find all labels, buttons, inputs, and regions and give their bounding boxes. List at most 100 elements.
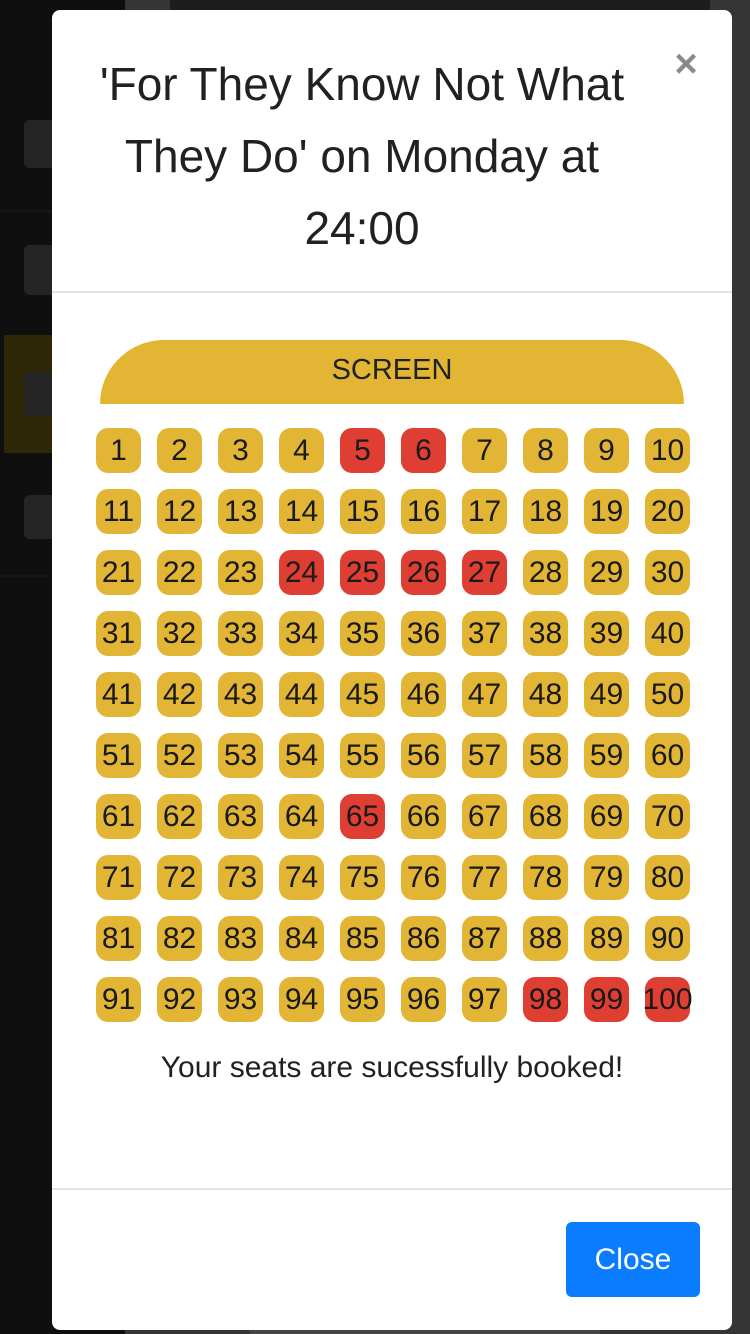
- seat-available[interactable]: 88: [523, 916, 568, 961]
- seat-available[interactable]: 20: [645, 489, 690, 534]
- seat-available[interactable]: 50: [645, 672, 690, 717]
- seat-booked[interactable]: 26: [401, 550, 446, 595]
- seat-available[interactable]: 78: [523, 855, 568, 900]
- seat-available[interactable]: 15: [340, 489, 385, 534]
- seat-available[interactable]: 57: [462, 733, 507, 778]
- seat-available[interactable]: 86: [401, 916, 446, 961]
- seat-available[interactable]: 85: [340, 916, 385, 961]
- close-icon[interactable]: ×: [668, 44, 704, 84]
- seat-available[interactable]: 66: [401, 794, 446, 839]
- seat-booked[interactable]: 100: [642, 977, 693, 1022]
- seat-available[interactable]: 45: [340, 672, 385, 717]
- seat-available[interactable]: 62: [157, 794, 202, 839]
- seat-available[interactable]: 41: [96, 672, 141, 717]
- seat-available[interactable]: 19: [584, 489, 629, 534]
- seat-available[interactable]: 73: [218, 855, 263, 900]
- seat-available[interactable]: 68: [523, 794, 568, 839]
- seat-available[interactable]: 30: [645, 550, 690, 595]
- seat-available[interactable]: 47: [462, 672, 507, 717]
- seat-available[interactable]: 46: [401, 672, 446, 717]
- seat-available[interactable]: 90: [645, 916, 690, 961]
- seat-available[interactable]: 76: [401, 855, 446, 900]
- seat-available[interactable]: 40: [645, 611, 690, 656]
- seat-available[interactable]: 36: [401, 611, 446, 656]
- close-button[interactable]: Close: [566, 1222, 700, 1297]
- seat-available[interactable]: 83: [218, 916, 263, 961]
- seat-booked[interactable]: 27: [462, 550, 507, 595]
- seat-available[interactable]: 96: [401, 977, 446, 1022]
- seat-available[interactable]: 28: [523, 550, 568, 595]
- seat-available[interactable]: 72: [157, 855, 202, 900]
- seat-available[interactable]: 17: [462, 489, 507, 534]
- seat-available[interactable]: 71: [96, 855, 141, 900]
- seat-available[interactable]: 64: [279, 794, 324, 839]
- seat-available[interactable]: 37: [462, 611, 507, 656]
- seat-available[interactable]: 49: [584, 672, 629, 717]
- seat-available[interactable]: 94: [279, 977, 324, 1022]
- seat-available[interactable]: 80: [645, 855, 690, 900]
- seat-available[interactable]: 42: [157, 672, 202, 717]
- seat-available[interactable]: 1: [96, 428, 141, 473]
- seat-booked[interactable]: 24: [279, 550, 324, 595]
- seat-available[interactable]: 4: [279, 428, 324, 473]
- seat-available[interactable]: 7: [462, 428, 507, 473]
- seat-available[interactable]: 56: [401, 733, 446, 778]
- seat-available[interactable]: 55: [340, 733, 385, 778]
- seat-available[interactable]: 58: [523, 733, 568, 778]
- seat-available[interactable]: 38: [523, 611, 568, 656]
- seat-available[interactable]: 75: [340, 855, 385, 900]
- seat-available[interactable]: 10: [645, 428, 690, 473]
- seat-available[interactable]: 3: [218, 428, 263, 473]
- seat-available[interactable]: 31: [96, 611, 141, 656]
- seat-available[interactable]: 77: [462, 855, 507, 900]
- seat-available[interactable]: 79: [584, 855, 629, 900]
- seat-available[interactable]: 13: [218, 489, 263, 534]
- seat-available[interactable]: 35: [340, 611, 385, 656]
- seat-available[interactable]: 59: [584, 733, 629, 778]
- seat-available[interactable]: 84: [279, 916, 324, 961]
- seat-available[interactable]: 34: [279, 611, 324, 656]
- seat-available[interactable]: 22: [157, 550, 202, 595]
- seat-available[interactable]: 29: [584, 550, 629, 595]
- seat-available[interactable]: 93: [218, 977, 263, 1022]
- seat-available[interactable]: 87: [462, 916, 507, 961]
- seat-available[interactable]: 11: [96, 489, 141, 534]
- seat-available[interactable]: 43: [218, 672, 263, 717]
- seat-booked[interactable]: 5: [340, 428, 385, 473]
- seat-available[interactable]: 23: [218, 550, 263, 595]
- seat-booked[interactable]: 99: [584, 977, 629, 1022]
- seat-available[interactable]: 92: [157, 977, 202, 1022]
- seat-booked[interactable]: 65: [340, 794, 385, 839]
- seat-available[interactable]: 8: [523, 428, 568, 473]
- seat-available[interactable]: 89: [584, 916, 629, 961]
- seat-available[interactable]: 32: [157, 611, 202, 656]
- seat-available[interactable]: 39: [584, 611, 629, 656]
- seat-available[interactable]: 52: [157, 733, 202, 778]
- seat-available[interactable]: 63: [218, 794, 263, 839]
- seat-available[interactable]: 69: [584, 794, 629, 839]
- seat-available[interactable]: 18: [523, 489, 568, 534]
- seat-available[interactable]: 97: [462, 977, 507, 1022]
- seat-available[interactable]: 33: [218, 611, 263, 656]
- seat-booked[interactable]: 98: [523, 977, 568, 1022]
- seat-available[interactable]: 2: [157, 428, 202, 473]
- seat-available[interactable]: 16: [401, 489, 446, 534]
- seat-available[interactable]: 48: [523, 672, 568, 717]
- seat-available[interactable]: 61: [96, 794, 141, 839]
- seat-available[interactable]: 74: [279, 855, 324, 900]
- seat-available[interactable]: 21: [96, 550, 141, 595]
- seat-available[interactable]: 82: [157, 916, 202, 961]
- seat-available[interactable]: 67: [462, 794, 507, 839]
- seat-booked[interactable]: 25: [340, 550, 385, 595]
- seat-available[interactable]: 91: [96, 977, 141, 1022]
- seat-available[interactable]: 44: [279, 672, 324, 717]
- seat-available[interactable]: 9: [584, 428, 629, 473]
- seat-available[interactable]: 14: [279, 489, 324, 534]
- seat-available[interactable]: 81: [96, 916, 141, 961]
- seat-available[interactable]: 54: [279, 733, 324, 778]
- seat-available[interactable]: 51: [96, 733, 141, 778]
- seat-available[interactable]: 53: [218, 733, 263, 778]
- seat-booked[interactable]: 6: [401, 428, 446, 473]
- seat-available[interactable]: 60: [645, 733, 690, 778]
- seat-available[interactable]: 70: [645, 794, 690, 839]
